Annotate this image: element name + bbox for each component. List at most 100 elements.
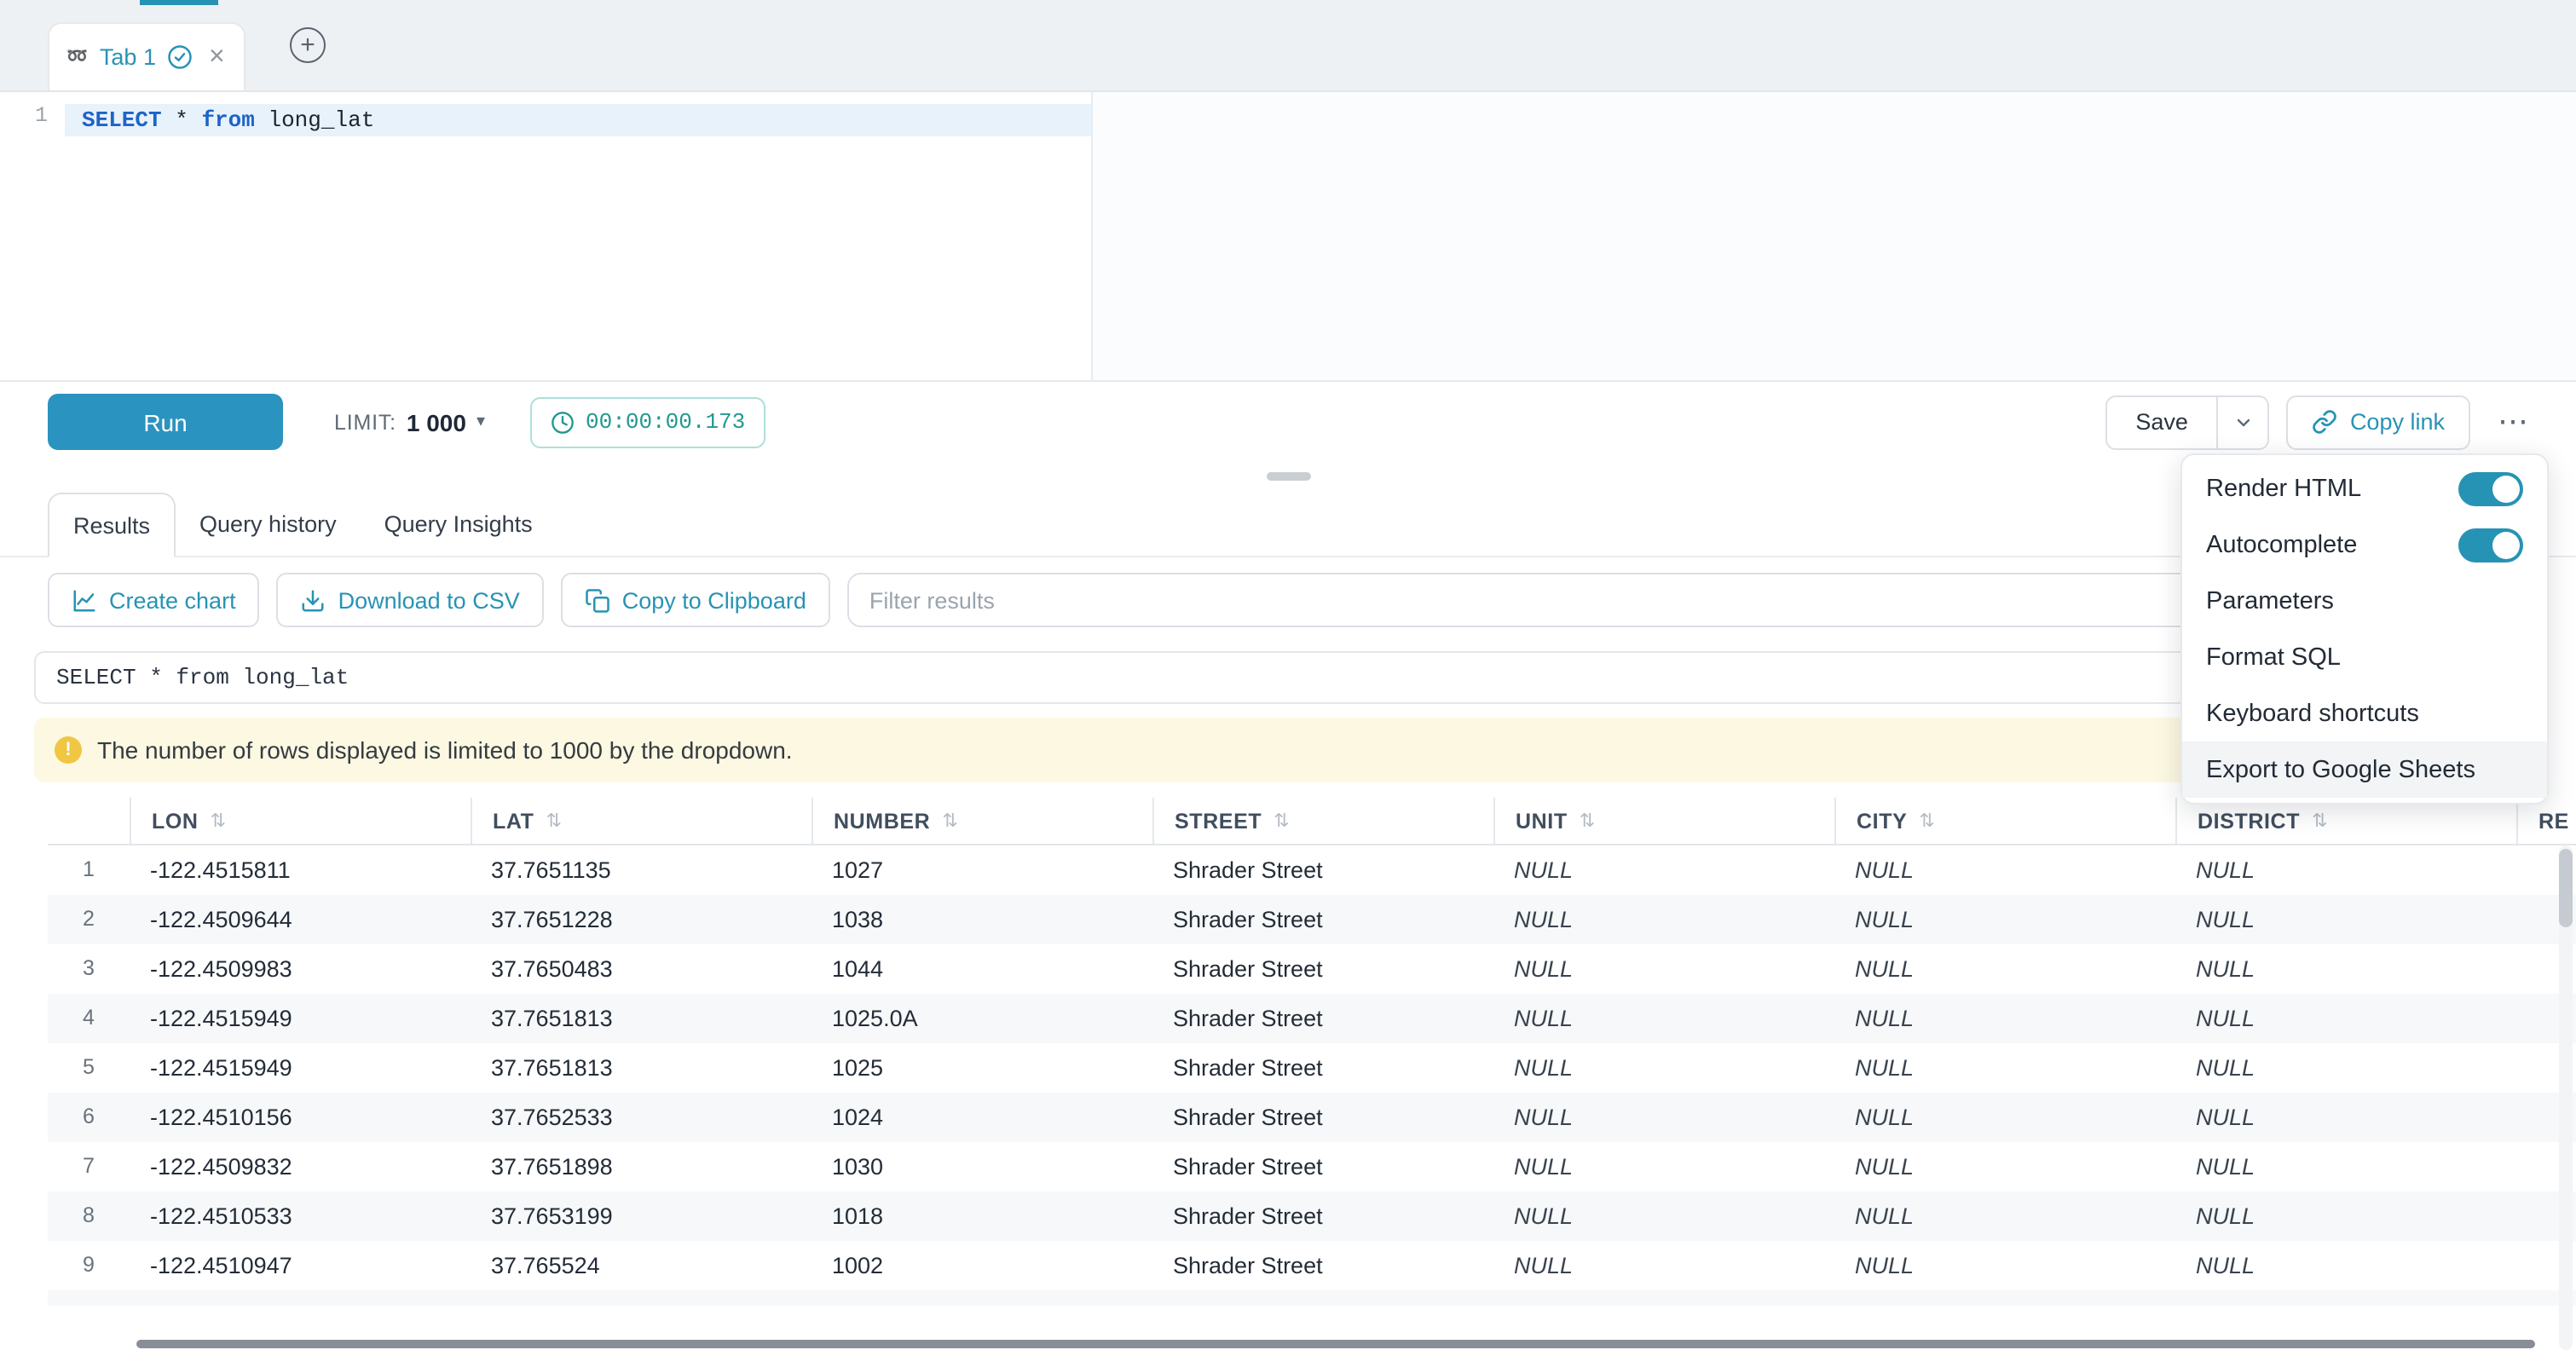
more-options-button[interactable]: ⋯ <box>2487 395 2538 449</box>
sort-icon[interactable]: ⇅ <box>1274 810 1290 832</box>
vertical-scrollbar-thumb[interactable] <box>2559 849 2573 927</box>
column-header-lon[interactable]: LON ⇅ <box>130 798 471 844</box>
table-cell: -122.4515949 <box>130 1043 471 1093</box>
table-row[interactable]: 1-122.451581137.76511351027Shrader Stree… <box>48 845 2576 895</box>
render-html-toggle[interactable] <box>2458 471 2523 505</box>
save-options-button[interactable] <box>2219 395 2270 449</box>
table-cell: NULL <box>1834 895 2175 944</box>
row-number-header <box>48 798 130 844</box>
table-cell: Shrader Street <box>1152 895 1493 944</box>
code-area[interactable]: SELECT * from long_lat <box>65 92 1091 380</box>
table-row[interactable]: 8-122.451053337.76531991018Shrader Stree… <box>48 1191 2576 1241</box>
row-number: 4 <box>48 994 130 1043</box>
editor-pane[interactable]: 1 SELECT * from long_lat <box>0 92 1091 380</box>
sort-icon[interactable]: ⇅ <box>546 810 563 832</box>
toggle-knob <box>2492 531 2520 558</box>
table-row[interactable]: 10-122.451094737.7655241000Shrader Stree… <box>48 1290 2576 1306</box>
row-number: 3 <box>48 944 130 994</box>
table-cell: NULL <box>2175 1290 2516 1306</box>
column-label: LON <box>152 809 199 833</box>
copy-to-clipboard-button[interactable]: Copy to Clipboard <box>561 573 830 627</box>
add-tab-button[interactable]: + <box>290 27 326 63</box>
table-cell: 37.7651228 <box>471 895 811 944</box>
table-row[interactable]: 4-122.451594937.76518131025.0AShrader St… <box>48 994 2576 1043</box>
table-cell: Shrader Street <box>1152 1043 1493 1093</box>
table-cell: 37.765524 <box>471 1290 811 1306</box>
table-cell: 37.7651135 <box>471 845 811 895</box>
column-label: RE <box>2538 809 2569 833</box>
tab-query-history[interactable]: Query history <box>176 491 361 556</box>
sort-icon[interactable]: ⇅ <box>1919 810 1935 832</box>
download-csv-button[interactable]: Download to CSV <box>277 573 544 627</box>
table-row[interactable]: 5-122.451594937.76518131025Shrader Stree… <box>48 1043 2576 1093</box>
table-row[interactable]: 3-122.450998337.76504831044Shrader Stree… <box>48 944 2576 994</box>
tab-1[interactable]: ➿ Tab 1 × <box>48 22 245 90</box>
table-row[interactable]: 6-122.451015637.76525331024Shrader Stree… <box>48 1093 2576 1142</box>
sort-icon[interactable]: ⇅ <box>211 810 227 832</box>
table-cell: Shrader Street <box>1152 1142 1493 1191</box>
line-number: 1 <box>35 104 48 128</box>
menu-item-autocomplete[interactable]: Autocomplete <box>2182 516 2547 573</box>
table-row[interactable]: 9-122.451094737.7655241002Shrader Street… <box>48 1241 2576 1290</box>
sort-icon[interactable]: ⇅ <box>1580 810 1596 832</box>
column-header-lat[interactable]: LAT⇅ <box>471 798 811 844</box>
table-row[interactable]: 7-122.450983237.76518981030Shrader Stree… <box>48 1142 2576 1191</box>
sort-icon[interactable]: ⇅ <box>2312 810 2328 832</box>
table-cell: 1030 <box>811 1142 1152 1191</box>
run-button[interactable]: Run <box>48 394 283 450</box>
sort-icon[interactable]: ⇅ <box>942 810 958 832</box>
save-split-button: Save <box>2105 395 2270 449</box>
column-header-number[interactable]: NUMBER⇅ <box>811 798 1152 844</box>
column-label: STREET <box>1175 809 1262 833</box>
results-table: LON⇅LAT⇅NUMBER⇅STREET⇅UNIT⇅CITY⇅DISTRICT… <box>48 798 2576 1306</box>
tab-results[interactable]: Results <box>48 493 176 557</box>
tab-query-insights[interactable]: Query Insights <box>361 491 557 556</box>
limit-dropdown[interactable]: LIMIT: 1 000 ▾ <box>334 408 485 436</box>
chart-icon <box>72 587 97 613</box>
splitter-drag-handle[interactable] <box>1266 472 1310 481</box>
column-header-street[interactable]: STREET ⇅ <box>1152 798 1493 844</box>
create-chart-button[interactable]: Create chart <box>48 573 260 627</box>
column-header-unit[interactable]: UNIT⇅ <box>1493 798 1834 844</box>
toggle-knob <box>2492 475 2520 502</box>
check-circle-icon <box>168 44 193 70</box>
table-cell: NULL <box>1834 1093 2175 1142</box>
menu-item-keyboard-shortcuts[interactable]: Keyboard shortcuts <box>2182 685 2547 741</box>
row-number: 9 <box>48 1241 130 1290</box>
horizontal-scrollbar-thumb[interactable] <box>136 1340 2535 1348</box>
table-cell: -122.4509832 <box>130 1142 471 1191</box>
drag-handle-icon[interactable]: ➿ <box>66 49 88 66</box>
menu-item-format-sql[interactable]: Format SQL <box>2182 629 2547 685</box>
editor-empty-pane <box>1091 92 2576 380</box>
column-header-city[interactable]: CITY⇅ <box>1834 798 2175 844</box>
limit-value: 1 000 <box>407 408 466 436</box>
autocomplete-toggle[interactable] <box>2458 528 2523 562</box>
table-cell: NULL <box>2175 1142 2516 1191</box>
menu-item-render-html[interactable]: Render HTML <box>2182 460 2547 516</box>
menu-item-parameters[interactable]: Parameters <box>2182 573 2547 629</box>
sql-editor[interactable]: 1 SELECT * from long_lat <box>0 92 2576 382</box>
table-cell: 37.7651898 <box>471 1142 811 1191</box>
menu-item-label: Keyboard shortcuts <box>2206 700 2419 727</box>
close-tab-icon[interactable]: × <box>209 43 225 71</box>
column-header-district[interactable]: DISTRICT⇅ <box>2175 798 2516 844</box>
save-button[interactable]: Save <box>2105 395 2219 449</box>
table-row[interactable]: 2-122.450964437.76512281038Shrader Stree… <box>48 895 2576 944</box>
table-cell: NULL <box>2175 845 2516 895</box>
sql-preview: SELECT * from long_lat <box>34 651 2542 704</box>
table-cell: 1024 <box>811 1093 1152 1142</box>
table-cell: NULL <box>1493 1191 1834 1241</box>
copy-to-clipboard-label: Copy to Clipboard <box>622 587 806 613</box>
table-cell: NULL <box>1493 1290 1834 1306</box>
row-number: 7 <box>48 1142 130 1191</box>
row-number: 1 <box>48 845 130 895</box>
table-cell: 1038 <box>811 895 1152 944</box>
menu-item-export-google-sheets[interactable]: Export to Google Sheets <box>2182 741 2547 798</box>
column-header-re[interactable]: RE⇅ <box>2516 798 2576 844</box>
table-cell: 37.7651813 <box>471 994 811 1043</box>
table-cell: 1002 <box>811 1241 1152 1290</box>
code-line[interactable]: SELECT * from long_lat <box>65 104 1091 136</box>
sql-editor-app: ➿ Tab 1 × + 1 SELECT * from long_lat Run… <box>0 0 2576 1350</box>
table-cell: NULL <box>1834 1043 2175 1093</box>
copy-link-button[interactable]: Copy link <box>2287 395 2470 449</box>
